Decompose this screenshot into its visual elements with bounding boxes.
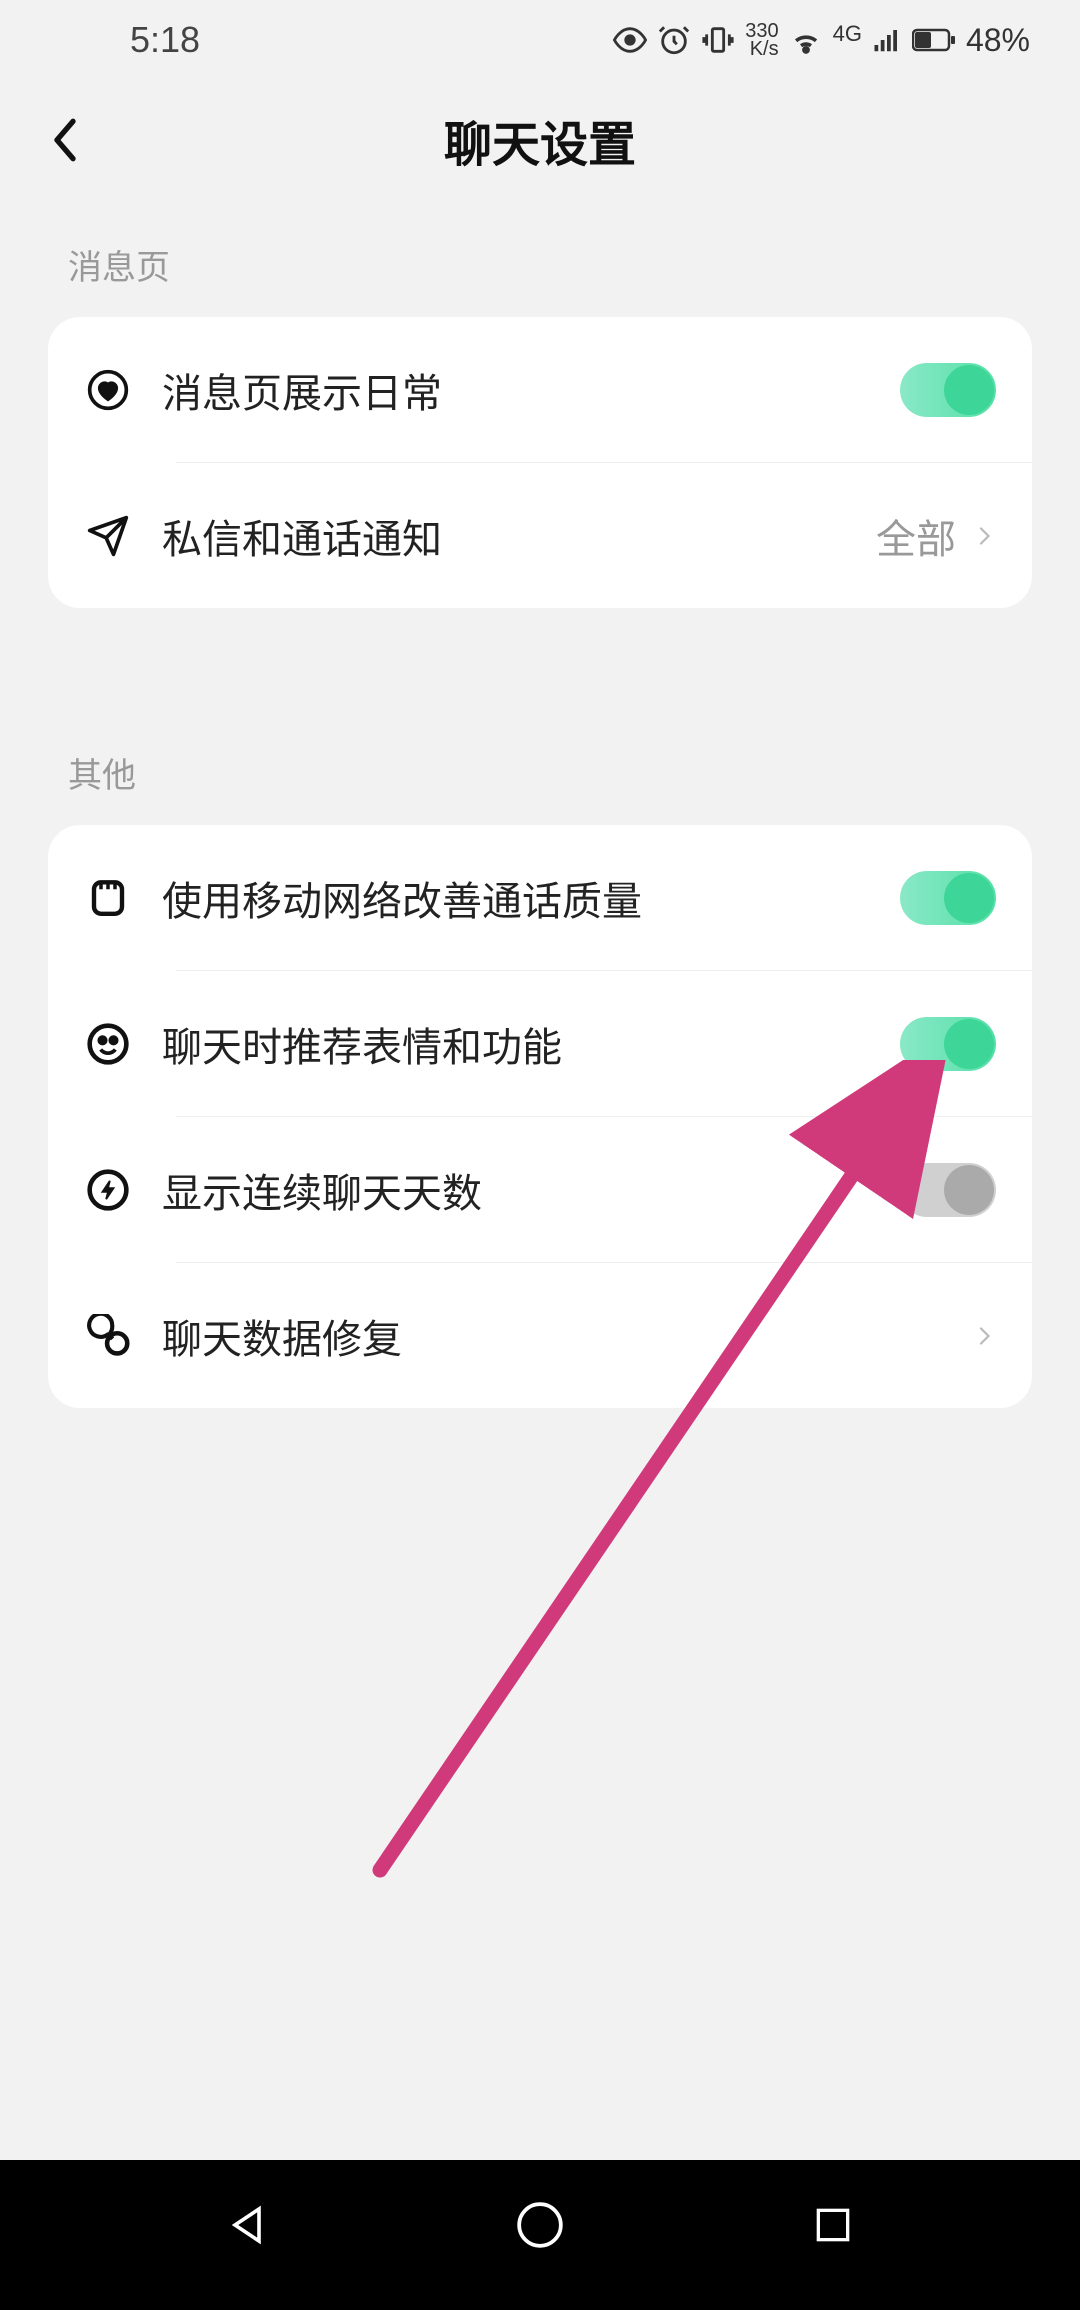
- network-type-label: 4G: [833, 21, 862, 47]
- navigation-bar: [0, 2160, 1080, 2310]
- toggle-show-daily[interactable]: [900, 363, 996, 417]
- section-card-messages: 消息页展示日常 私信和通话通知 全部: [48, 317, 1032, 608]
- heart-circle-icon: [84, 366, 132, 414]
- battery-icon: [912, 26, 956, 54]
- section-header-other: 其他: [48, 708, 1032, 825]
- row-show-daily[interactable]: 消息页展示日常: [48, 317, 1032, 462]
- row-label: 聊天时推荐表情和功能: [162, 1015, 900, 1073]
- status-indicators: 330 K/s 4G 48%: [613, 22, 1030, 59]
- page-title: 聊天设置: [40, 105, 1040, 175]
- toggle-chat-streak[interactable]: [900, 1163, 996, 1217]
- status-time: 5:18: [130, 19, 200, 61]
- status-bar: 5:18 330 K/s 4G 48%: [0, 0, 1080, 80]
- row-label: 显示连续聊天天数: [162, 1161, 900, 1219]
- toggle-mobile-network[interactable]: [900, 871, 996, 925]
- back-button[interactable]: [40, 115, 90, 165]
- section-header-messages: 消息页: [48, 200, 1032, 317]
- chat-bubbles-icon: [84, 1312, 132, 1360]
- smile-icon: [84, 1020, 132, 1068]
- network-speed: 330 K/s: [745, 22, 778, 58]
- row-value: 全部: [876, 507, 956, 565]
- section-card-other: 使用移动网络改善通话质量 聊天时推荐表情和功能 显示连续聊天天数 聊天数据修复: [48, 825, 1032, 1408]
- row-label: 使用移动网络改善通话质量: [162, 869, 900, 927]
- row-chat-streak[interactable]: 显示连续聊天天数: [48, 1117, 1032, 1262]
- send-icon: [84, 512, 132, 560]
- row-label: 私信和通话通知: [162, 507, 876, 565]
- eye-icon: [613, 23, 647, 57]
- row-mobile-network-quality[interactable]: 使用移动网络改善通话质量: [48, 825, 1032, 970]
- nav-recent-button[interactable]: [803, 2195, 863, 2255]
- page-header: 聊天设置: [0, 80, 1080, 200]
- row-label: 消息页展示日常: [162, 361, 900, 419]
- row-label: 聊天数据修复: [162, 1307, 972, 1365]
- row-recommend-emoji[interactable]: 聊天时推荐表情和功能: [48, 971, 1032, 1116]
- signal-icon: [872, 25, 902, 55]
- chevron-right-icon: [972, 1324, 996, 1348]
- chevron-right-icon: [972, 524, 996, 548]
- settings-content: 消息页 消息页展示日常 私信和通话通知 全部 其他 使用移动网络改善通话质量: [0, 200, 1080, 1408]
- bolt-circle-icon: [84, 1166, 132, 1214]
- row-dm-notifications[interactable]: 私信和通话通知 全部: [48, 463, 1032, 608]
- nav-home-button[interactable]: [510, 2195, 570, 2255]
- battery-percent: 48%: [966, 22, 1030, 59]
- nav-back-button[interactable]: [217, 2195, 277, 2255]
- vibrate-icon: [701, 23, 735, 57]
- row-chat-repair[interactable]: 聊天数据修复: [48, 1263, 1032, 1408]
- alarm-icon: [657, 23, 691, 57]
- sim-icon: [84, 874, 132, 922]
- wifi-icon: [789, 23, 823, 57]
- toggle-recommend-emoji[interactable]: [900, 1017, 996, 1071]
